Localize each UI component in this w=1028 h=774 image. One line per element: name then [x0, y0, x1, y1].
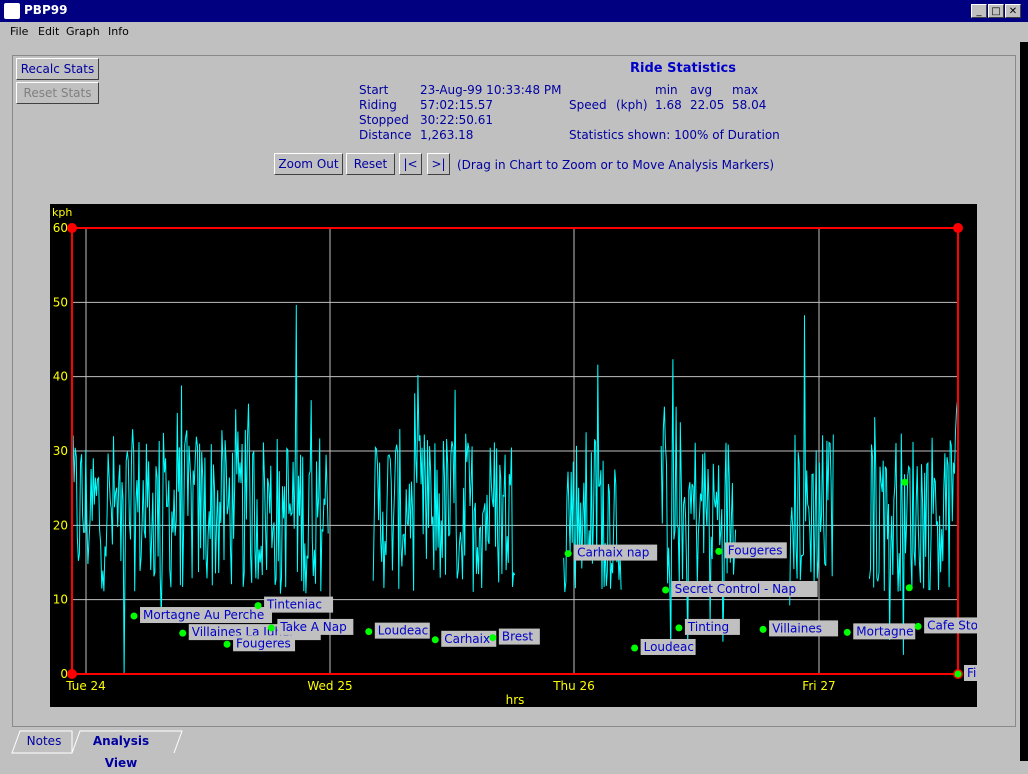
- tab-notes[interactable]: Notes: [24, 730, 64, 752]
- riding-label: Riding: [359, 98, 397, 112]
- x-tick-label: Fri 27: [802, 679, 835, 693]
- y-tick-label: 10: [53, 593, 68, 607]
- start-label: Start: [359, 83, 389, 97]
- frame-handle: [953, 223, 963, 233]
- marker-label: Mortagne Au Perche: [143, 608, 264, 622]
- marker-label: Tinting: [687, 620, 729, 634]
- marker-label: Fougeres: [236, 636, 291, 650]
- y-tick-label: 50: [53, 295, 68, 309]
- marker-point: [365, 628, 373, 636]
- start-value: 23-Aug-99 10:33:48 PM: [420, 83, 562, 97]
- marker-point: [254, 602, 262, 610]
- marker-label: Villaines: [772, 621, 822, 635]
- marker-label: Cafe Stop: [927, 618, 977, 632]
- marker-point: [843, 628, 851, 636]
- marker-point: [489, 634, 497, 642]
- marker-point: [662, 586, 670, 594]
- statistics-shown: Statistics shown: 100% of Duration: [569, 128, 780, 142]
- title-bar: PBP99 _ □ ✕: [0, 0, 1028, 22]
- menu-edit[interactable]: Edit: [38, 25, 59, 38]
- y-tick-label: 40: [53, 370, 68, 384]
- stopped-value: 30:22:50.61: [420, 113, 493, 127]
- marker-point: [905, 584, 913, 592]
- riding-value: 57:02:15.57: [420, 98, 493, 112]
- marker-label: Fougeres: [728, 543, 783, 557]
- marker-label: Brest: [502, 630, 534, 644]
- first-button[interactable]: |<: [399, 153, 422, 175]
- menu-info[interactable]: Info: [108, 25, 129, 38]
- speed-chart[interactable]: 0 10 20 30 40 50 60 Tue 24 Wed 25 Thu 26 Fri 27 kph…: [50, 204, 1019, 707]
- x-tick-label: Tue 24: [65, 679, 106, 693]
- stopped-label: Stopped: [359, 113, 409, 127]
- speed-chart-svg[interactable]: 0102030405060Tue 24 Wed 25 Thu 26 Fri 27kph…: [50, 204, 1019, 707]
- marker-point: [715, 547, 723, 555]
- marker-label: Carhaix nap: [577, 546, 649, 560]
- x-axis-label: hrs: [506, 693, 525, 707]
- menu-bar: File Edit Graph Info: [0, 22, 1028, 42]
- reset-button[interactable]: Reset: [346, 153, 395, 175]
- marker-point: [223, 640, 231, 648]
- marker-point: [675, 624, 683, 632]
- tab-analysis-view[interactable]: Analysis View: [80, 730, 162, 770]
- marker-point: [631, 644, 639, 652]
- x-tick-label: Thu 26: [552, 679, 595, 693]
- marker-point: [954, 670, 962, 678]
- background-strip: [1020, 42, 1028, 761]
- speed-label: Speed: [569, 98, 607, 112]
- speed-unit: (kph): [616, 98, 648, 112]
- y-tick-label: 20: [53, 518, 68, 532]
- marker-point: [759, 625, 767, 633]
- marker-label: Carhaix: [444, 632, 490, 646]
- window-title: PBP99: [24, 3, 68, 17]
- frame-handle: [67, 669, 77, 679]
- marker-point: [130, 612, 138, 620]
- marker-label: Loudeac: [644, 640, 694, 654]
- max-header: max: [732, 83, 759, 97]
- maximize-button[interactable]: □: [988, 4, 1004, 18]
- reset-stats-button[interactable]: Reset Stats: [16, 82, 99, 104]
- recalc-stats-button[interactable]: Recalc Stats: [16, 58, 99, 80]
- marker-point: [914, 622, 922, 630]
- avg-header: avg: [690, 83, 713, 97]
- speed-min-value: 1.68: [655, 98, 682, 112]
- marker-label: Loudeac: [378, 624, 428, 638]
- close-button[interactable]: ✕: [1005, 4, 1021, 18]
- marker-point: [564, 550, 572, 558]
- y-tick-label: 30: [53, 444, 68, 458]
- marker-label: Mortagne: [856, 624, 913, 638]
- app-icon: [4, 3, 20, 19]
- menu-file[interactable]: File: [10, 25, 28, 38]
- marker-label: Secret Control - Nap: [675, 582, 796, 596]
- y-axis-label: kph: [52, 206, 72, 219]
- y-tick-label: 60: [53, 221, 68, 235]
- marker-point: [901, 478, 909, 486]
- marker-label: Finish!: [967, 666, 977, 680]
- min-header: min: [655, 83, 678, 97]
- marker-point: [267, 624, 275, 632]
- marker-point: [431, 636, 439, 644]
- speed-max-value: 58.04: [732, 98, 767, 112]
- x-tick-label: Wed 25: [307, 679, 352, 693]
- frame-handle: [67, 223, 77, 233]
- speed-avg-value: 22.05: [690, 98, 725, 112]
- marker-point: [179, 629, 187, 637]
- zoom-out-button[interactable]: Zoom Out: [274, 153, 343, 175]
- last-button[interactable]: >|: [427, 153, 450, 175]
- minimize-button[interactable]: _: [971, 4, 987, 18]
- distance-label: Distance: [359, 128, 412, 142]
- distance-value: 1,263.18: [420, 128, 474, 142]
- menu-graph[interactable]: Graph: [66, 25, 100, 38]
- marker-label: Tinteniac: [266, 598, 322, 612]
- marker-label: Take A Nap: [279, 620, 346, 634]
- zoom-hint: (Drag in Chart to Zoom or to Move Analys…: [457, 158, 775, 172]
- ride-statistics-title: Ride Statistics: [630, 61, 736, 76]
